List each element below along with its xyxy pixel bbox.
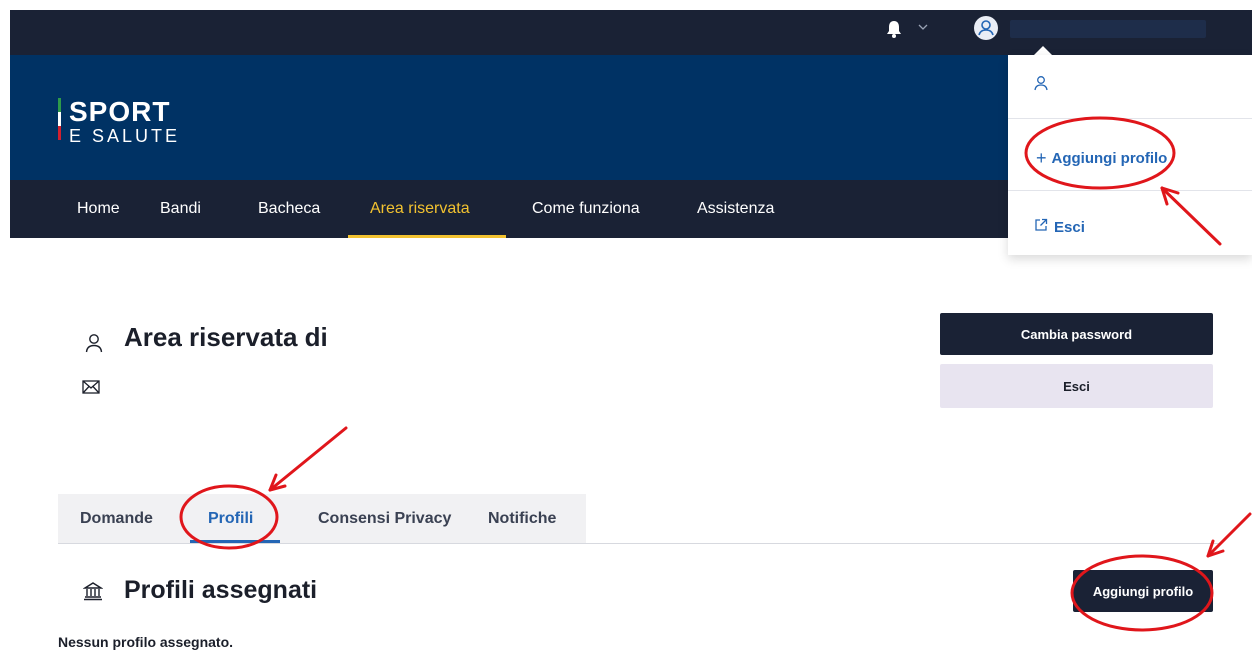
dropdown-caret xyxy=(1034,46,1052,55)
user-icon xyxy=(1034,75,1048,96)
nav-item-area-riservata[interactable]: Area riservata xyxy=(370,200,470,218)
user-name-redacted[interactable] xyxy=(1010,20,1206,38)
logo-line-1: SPORT xyxy=(69,96,171,127)
page-title: Area riservata di xyxy=(124,322,328,352)
dropdown-divider xyxy=(1008,190,1252,191)
dropdown-logout-label: Esci xyxy=(1054,218,1085,236)
nav-active-indicator xyxy=(348,235,506,238)
user-dropdown-menu: + Aggiungi profilo Esci xyxy=(1008,55,1252,255)
user-icon xyxy=(85,333,103,358)
mail-icon xyxy=(82,380,100,399)
nav-item-home[interactable]: Home xyxy=(77,200,120,218)
dropdown-add-profile-label: Aggiungi profilo xyxy=(1051,150,1168,167)
logout-button[interactable]: Esci xyxy=(940,364,1213,408)
annotation-arrow-tab xyxy=(268,426,348,492)
user-avatar-icon[interactable] xyxy=(974,16,998,40)
external-link-icon xyxy=(1034,218,1048,236)
annotation-arrow-button xyxy=(1206,512,1252,558)
dropdown-logout[interactable]: Esci xyxy=(1034,218,1085,236)
bell-icon[interactable] xyxy=(886,20,902,43)
plus-icon: + xyxy=(1036,148,1047,168)
nav-item-bandi[interactable]: Bandi xyxy=(160,200,201,218)
dropdown-divider xyxy=(1008,118,1252,119)
profiles-empty-message: Nessun profilo assegnato. xyxy=(58,634,234,650)
nav-item-assistenza[interactable]: Assistenza xyxy=(697,200,774,218)
tabs-divider xyxy=(58,543,1222,544)
logo-line-2: E SALUTE xyxy=(69,126,181,146)
tab-domande[interactable]: Domande xyxy=(80,510,153,528)
profiles-section-title: Profili assegnati xyxy=(124,576,318,604)
tab-notifiche[interactable]: Notifiche xyxy=(488,510,556,528)
dropdown-add-profile[interactable]: + Aggiungi profilo xyxy=(1036,148,1167,169)
tab-profili[interactable]: Profili xyxy=(208,510,253,528)
change-password-button[interactable]: Cambia password xyxy=(940,313,1213,355)
nav-item-come-funziona[interactable]: Come funziona xyxy=(532,200,640,218)
add-profile-button[interactable]: Aggiungi profilo xyxy=(1073,570,1213,612)
sport-e-salute-logo[interactable]: SPORT E SALUTE xyxy=(58,98,180,145)
italian-flag-stripe xyxy=(58,98,61,140)
nav-item-bacheca[interactable]: Bacheca xyxy=(258,200,320,218)
bank-icon xyxy=(82,581,104,606)
tab-consensi-privacy[interactable]: Consensi Privacy xyxy=(318,510,451,528)
chevron-down-icon[interactable] xyxy=(918,22,928,34)
